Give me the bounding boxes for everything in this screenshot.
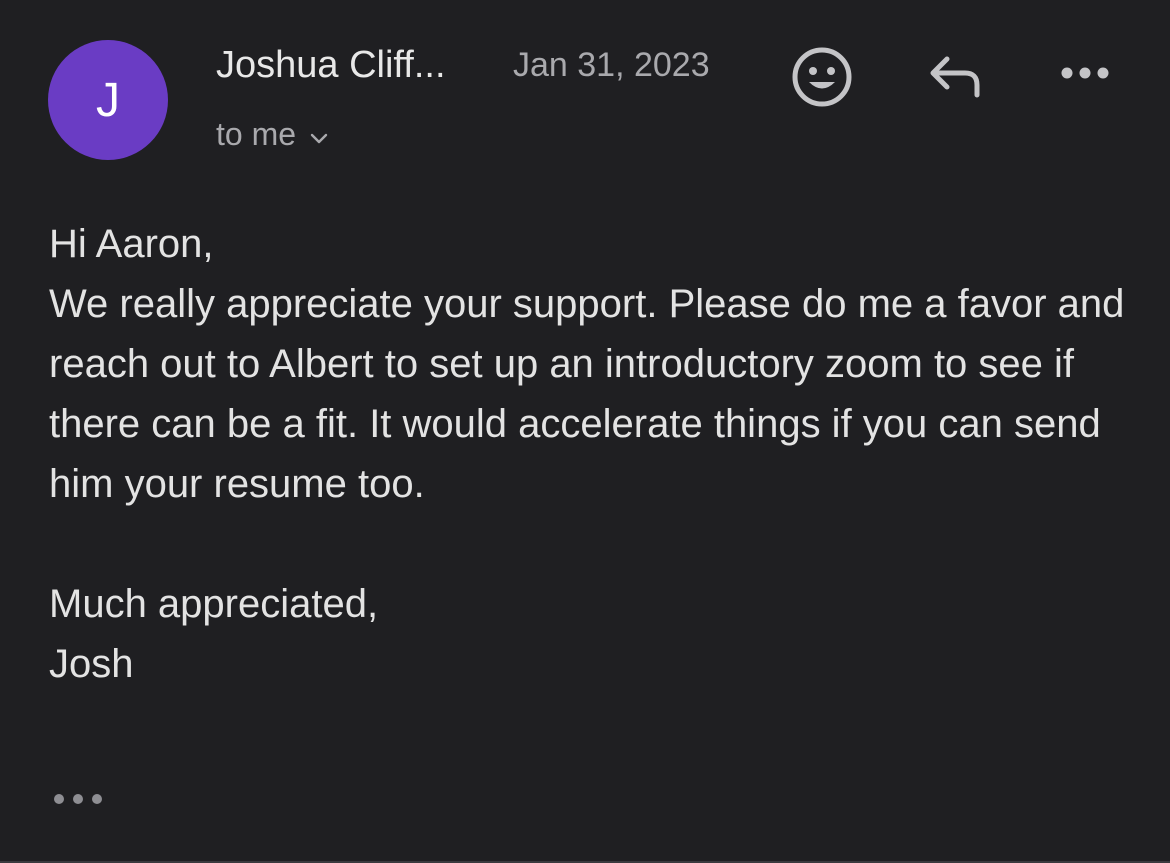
chevron-down-icon [310, 116, 328, 153]
show-trimmed-content-button[interactable] [50, 788, 106, 814]
body-greeting: Hi Aaron, [49, 222, 214, 266]
avatar-initial: J [96, 73, 120, 127]
smiley-face-icon [790, 45, 854, 114]
body-closing: Much appreciated, [49, 582, 379, 626]
reply-arrow-icon [925, 51, 985, 106]
avatar[interactable]: J [48, 40, 168, 160]
add-reaction-button[interactable] [788, 45, 856, 113]
reply-button[interactable] [920, 48, 990, 108]
recipient-label: to me [216, 116, 297, 152]
message-body: Hi Aaron, We really appreciate your supp… [49, 214, 1139, 694]
body-signature: Josh [49, 642, 134, 686]
ellipsis-icon [50, 789, 106, 814]
recipient-details-toggle[interactable]: to me [216, 116, 328, 153]
message-date: Jan 31, 2023 [513, 46, 710, 84]
body-paragraph: We really appreciate your support. Pleas… [49, 282, 1125, 506]
more-options-icon [1057, 63, 1113, 88]
sender-name[interactable]: Joshua Cliff... [216, 44, 446, 87]
more-options-button[interactable] [1055, 55, 1115, 95]
